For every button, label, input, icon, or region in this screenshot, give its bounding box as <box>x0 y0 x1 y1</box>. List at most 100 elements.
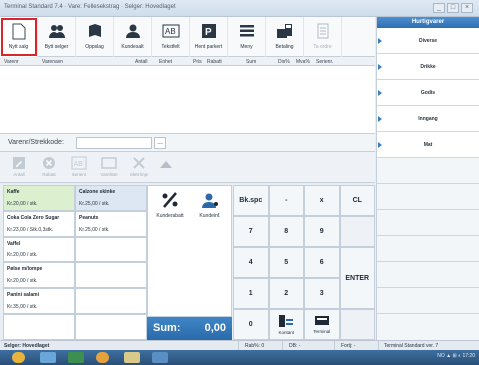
folder-icon[interactable] <box>124 352 140 363</box>
col-serienr[interactable]: Serienr. <box>316 59 333 65</box>
clear-key[interactable]: CL <box>339 185 375 216</box>
col-varenr[interactable]: Varenr <box>4 59 19 65</box>
col-varenavn[interactable]: Varenavn <box>42 59 63 65</box>
terminal-button[interactable]: Terminal <box>304 309 340 340</box>
product-button[interactable]: Coka Cola Zero Sugar Kr.23,00 / Stk.0,3st… <box>3 210 75 237</box>
quantity-label: Antall <box>13 172 25 177</box>
take-order-button[interactable]: Ta ordre <box>304 17 342 57</box>
product-button[interactable]: Peanuts Kr.25,00 / stk. <box>75 210 147 237</box>
quick-slot-empty[interactable] <box>377 210 479 236</box>
product-button[interactable]: Kaffe Kr.20,00 / stk. <box>3 185 75 211</box>
multiply-key[interactable]: x <box>304 185 340 216</box>
status-discount: Rab%: 0 <box>245 343 265 349</box>
col-dis[interactable]: Dis% <box>278 59 290 65</box>
quick-category-mat[interactable]: Mat <box>377 132 479 158</box>
browser-icon[interactable] <box>96 352 109 363</box>
product-grid: Kaffe Kr.20,00 / stk. Calzone skinke Kr.25… <box>3 185 147 340</box>
system-tray[interactable]: NO ▲ ⊞ ◐ 17:20 <box>437 353 475 359</box>
menu-button[interactable]: Meny <box>228 17 266 57</box>
product-name: Peanuts <box>79 214 99 221</box>
payment-icon <box>276 22 294 40</box>
quick-slot-empty[interactable] <box>377 288 479 314</box>
minimize-button[interactable]: _ <box>433 3 445 13</box>
key-1[interactable]: 1 <box>233 278 269 309</box>
quick-slot-empty[interactable] <box>377 236 479 262</box>
product-button[interactable]: Panini salami Kr.35,00 / stk. <box>3 288 75 314</box>
product-button-empty[interactable] <box>75 288 147 314</box>
quick-category-godis[interactable]: Godis <box>377 80 479 106</box>
quantity-button[interactable]: Antall <box>4 152 34 182</box>
key-0[interactable]: 0 <box>233 309 269 340</box>
customer-info-button[interactable]: Kundeinf. <box>191 192 229 219</box>
cash-button[interactable]: Kontant <box>268 309 304 340</box>
pos-app-icon[interactable] <box>152 352 168 363</box>
product-button[interactable]: Pølse m/lompe Kr.20,00 / stk. <box>3 262 75 289</box>
key-9[interactable]: 9 <box>304 216 340 247</box>
key-7[interactable]: 7 <box>233 216 269 247</box>
status-seller: Selger: Hovedlaget <box>4 343 50 349</box>
product-button[interactable]: Calzone skinke Kr.25,00 / stk. <box>75 185 147 211</box>
maximize-button[interactable]: □ <box>447 3 459 13</box>
product-price: Kr.20,00 / stk. <box>7 252 38 259</box>
barcode-lookup-button[interactable]: ... <box>154 137 166 149</box>
text-field-button[interactable]: AB Tekstfelt <box>152 17 190 57</box>
new-sale-button[interactable]: Nytt salg <box>0 17 38 57</box>
item-list-button[interactable]: Vareliste <box>94 152 124 182</box>
fetch-parked-button[interactable]: P Hent parkert <box>190 17 228 57</box>
scroll-up-button[interactable] <box>154 152 178 182</box>
close-button[interactable]: × <box>461 3 473 13</box>
key-5[interactable]: 5 <box>268 247 304 278</box>
delete-icon <box>131 156 147 170</box>
col-mva[interactable]: Mva% <box>296 59 310 65</box>
key-8[interactable]: 8 <box>268 216 304 247</box>
quick-category-diverse[interactable]: Diverse <box>377 28 479 54</box>
quick-category-drikke[interactable]: Drikke <box>377 54 479 80</box>
key-4[interactable]: 4 <box>233 247 269 278</box>
discount-icon <box>41 156 57 170</box>
payment-button[interactable]: Betaling <box>266 17 304 57</box>
product-button-empty[interactable] <box>75 262 147 289</box>
serial-button[interactable]: AB Serienr <box>64 152 94 182</box>
key-6[interactable]: 6 <box>304 247 340 278</box>
barcode-input[interactable] <box>76 137 152 149</box>
menu-label: Meny <box>240 44 253 50</box>
quick-slot-empty[interactable] <box>377 158 479 184</box>
col-antall[interactable]: Antall <box>135 59 148 65</box>
quick-slot-empty[interactable] <box>377 184 479 210</box>
lookup-button[interactable]: Oppslag <box>76 17 114 57</box>
product-button[interactable]: Vaffel Kr.20,00 / stk. <box>3 236 75 263</box>
sum-value: 0,00 <box>204 322 226 334</box>
list-icon <box>101 156 117 170</box>
product-button-empty[interactable] <box>75 236 147 263</box>
col-pris[interactable]: Pris <box>193 59 202 65</box>
switch-seller-label: Bytt selger <box>44 44 69 50</box>
key-2[interactable]: 2 <box>268 278 304 309</box>
customer-button[interactable]: Kundesalt <box>114 17 152 57</box>
status-version: Terminal Standard ver. 7 <box>384 343 439 349</box>
customer-discount-button[interactable]: Kunderabatt <box>151 192 189 219</box>
lookup-label: Oppslag <box>85 44 104 50</box>
discount-line-button[interactable]: Rabatt <box>34 152 64 182</box>
product-button-empty[interactable] <box>75 313 147 340</box>
col-enhet[interactable]: Enhet <box>159 59 172 65</box>
quick-slot-empty[interactable] <box>377 262 479 288</box>
delete-line-button[interactable]: Slett linje <box>124 152 154 182</box>
window-controls: _ □ × <box>433 3 473 13</box>
quick-category-inngang[interactable]: Inngang <box>377 106 479 132</box>
excel-icon[interactable] <box>68 352 84 363</box>
minus-key[interactable]: - <box>268 185 304 216</box>
order-line-list[interactable] <box>0 66 375 134</box>
sum-label: Sum: <box>153 322 181 334</box>
os-taskbar: NO ▲ ⊞ ◐ 17:20 <box>0 350 479 365</box>
order-icon <box>314 22 332 40</box>
col-rabatt[interactable]: Rabatt <box>207 59 222 65</box>
switch-seller-button[interactable]: Bytt selger <box>38 17 76 57</box>
key-3[interactable]: 3 <box>304 278 340 309</box>
explorer-icon[interactable] <box>40 352 56 363</box>
start-icon[interactable] <box>12 352 25 363</box>
backspace-key[interactable]: Bk.spc <box>233 185 269 216</box>
col-sum[interactable]: Sum <box>246 59 256 65</box>
customer-label: Kundesalt <box>121 44 144 50</box>
product-button-empty[interactable] <box>3 313 75 340</box>
enter-key[interactable]: ENTER <box>339 247 375 309</box>
